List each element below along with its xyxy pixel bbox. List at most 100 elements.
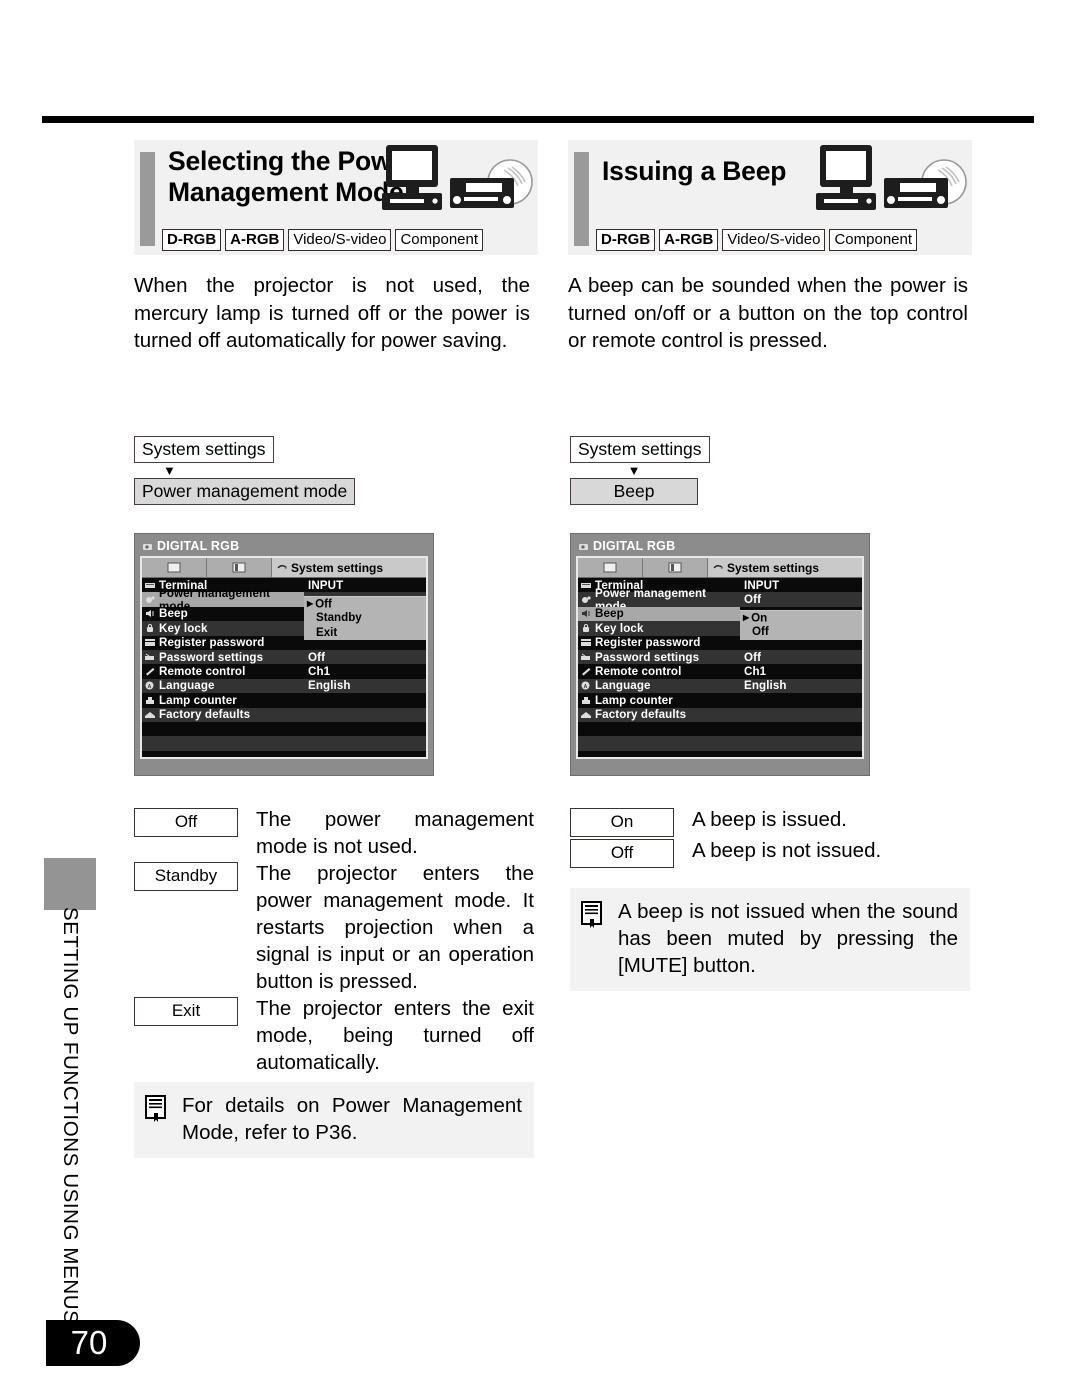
option-row: Exit The projector enters the exit mode,… <box>134 995 534 1076</box>
osd-submenu-option[interactable]: Off <box>740 625 862 639</box>
osd-row[interactable]: Power management mode Off <box>578 587 862 613</box>
osd-row-label: Factory defaults <box>595 708 687 722</box>
osd-row-label: Key lock <box>595 621 644 635</box>
osd-submenu-power-management[interactable]: Off Standby Exit <box>304 596 426 641</box>
display-tab-icon <box>232 562 246 573</box>
image-tab-icon <box>167 562 181 573</box>
osd-row-label-wrap: Key lock <box>142 621 304 635</box>
osd-submenu-beep[interactable]: On Off <box>740 610 862 640</box>
osd-row-label-wrap: Power management mode <box>142 587 304 613</box>
osd-submenu-option-selected[interactable]: On <box>740 611 862 625</box>
option-key: Exit <box>134 997 238 1026</box>
header-accent-bar <box>574 152 589 246</box>
osd-row-label-wrap: Beep <box>578 606 740 622</box>
osd-row[interactable]: Factory defaults <box>142 707 426 722</box>
side-tab-label: SETTING UP FUNCTIONS USING MENUS <box>59 907 82 1325</box>
osd-submenu-option[interactable]: Exit <box>304 626 426 640</box>
osd-tab-display[interactable] <box>207 558 272 577</box>
osd-row[interactable]: A Language English <box>578 678 862 694</box>
av-deck-icon <box>450 178 514 208</box>
option-table-beep: On A beep is issued. Off A beep is not i… <box>570 806 970 868</box>
osd-row-label: Password settings <box>595 650 700 664</box>
option-description: A beep is not issued. <box>692 839 882 862</box>
osd-row[interactable]: Lamp counter <box>142 693 426 708</box>
osd-row-value: Ch1 <box>744 665 767 679</box>
section-header: Issuing a Beep D-RGB A-RGB Video/S-video… <box>568 140 972 255</box>
osd-title-text: DIGITAL RGB <box>593 539 676 553</box>
page-top-rule <box>42 116 1034 123</box>
osd-row[interactable]: Lamp counter <box>578 693 862 708</box>
osd-row[interactable]: Remote control Ch1 <box>142 664 426 679</box>
intro-paragraph: A beep can be sounded when the power is … <box>568 272 968 355</box>
osd-row-value: Off <box>744 650 762 664</box>
osd-row[interactable]: Remote control Ch1 <box>578 664 862 679</box>
option-description: A beep is issued. <box>692 808 847 831</box>
osd-row[interactable]: Password settings Off <box>578 649 862 665</box>
osd-tab-image[interactable] <box>142 558 207 577</box>
osd-row-label-wrap: Password settings <box>142 650 304 664</box>
intro-text: When the projector is not used, the merc… <box>134 274 530 352</box>
osd-row-list: Terminal INPUT Power management mode Off… <box>578 578 862 757</box>
intro-text: A beep can be sounded when the power is … <box>568 274 968 352</box>
option-key: Off <box>570 839 674 868</box>
power-icon <box>582 596 591 604</box>
password-settings-icon <box>581 653 590 660</box>
osd-submenu-option-selected[interactable]: Off <box>304 597 426 611</box>
option-description: The projector enters the power managemen… <box>256 862 534 993</box>
display-tab-icon <box>668 562 682 573</box>
osd-row-value: INPUT <box>308 578 344 592</box>
osd-screenshot-power-management: DIGITAL RGB System settings Terminal INP… <box>134 533 434 776</box>
osd-row-label-wrap: A Language <box>142 679 304 693</box>
osd-row[interactable]: Password settings Off <box>142 649 426 665</box>
osd-tab-image[interactable] <box>578 558 643 577</box>
osd-row[interactable]: Factory defaults <box>578 707 862 722</box>
osd-row-empty <box>142 736 426 751</box>
lock-icon <box>583 623 589 632</box>
osd-title-bar: DIGITAL RGB <box>143 539 428 554</box>
memo-note-icon <box>580 901 606 934</box>
device-icons <box>376 142 534 218</box>
signal-badge-row: D-RGB A-RGB Video/S-video Component <box>596 229 918 251</box>
osd-row-empty <box>578 736 862 751</box>
osd-tab-system-settings[interactable]: System settings <box>708 558 862 577</box>
osd-row-label-wrap: Lamp counter <box>578 693 740 707</box>
memo-note-icon <box>144 1095 170 1128</box>
note-text: A beep is not issued when the sound has … <box>618 900 958 977</box>
language-icon: A <box>581 681 590 690</box>
osd-row-value: Off <box>308 650 326 664</box>
option-key: On <box>570 808 674 837</box>
breadcrumb-arrow-icon: ▼ <box>627 463 641 478</box>
option-key: Standby <box>134 862 238 891</box>
osd-row-label-wrap: Beep <box>142 607 304 621</box>
osd-row-label-wrap: A Language <box>578 679 740 693</box>
osd-title-text: DIGITAL RGB <box>157 539 240 553</box>
osd-tab-system-settings[interactable]: System settings <box>272 558 426 577</box>
breadcrumb-arrow-icon: ▼ <box>163 463 176 478</box>
osd-row-label-wrap: Factory defaults <box>142 708 304 722</box>
computer-icon <box>816 145 876 210</box>
password-settings-icon <box>145 653 154 660</box>
breadcrumb: System settings ▼ Beep <box>570 436 710 505</box>
osd-row-label-wrap: Power management mode <box>578 587 740 613</box>
badge-a-rgb: A-RGB <box>659 229 719 251</box>
register-password-icon <box>145 639 155 647</box>
osd-row-value: INPUT <box>744 578 780 592</box>
osd-row-label-wrap: Register password <box>142 636 304 650</box>
power-icon <box>146 596 155 604</box>
computer-icon <box>382 145 442 210</box>
osd-row-label: Register password <box>595 636 701 650</box>
osd-tab-display[interactable] <box>643 558 708 577</box>
osd-row-label: Remote control <box>595 665 682 679</box>
osd-title-bar: DIGITAL RGB <box>579 539 864 554</box>
device-icons <box>810 142 968 218</box>
remote-control-icon <box>146 668 155 676</box>
section-issuing-beep: Issuing a Beep D-RGB A-RGB Video/S-video… <box>568 140 972 255</box>
svg-text:A: A <box>584 684 588 690</box>
osd-submenu-option[interactable]: Standby <box>304 611 426 625</box>
osd-row[interactable]: A Language English <box>142 678 426 694</box>
osd-row-label: Language <box>595 679 651 693</box>
osd-row-empty <box>578 750 862 757</box>
note-text: For details on Power Management Mode, re… <box>182 1094 522 1144</box>
osd-row-value: English <box>744 679 787 693</box>
badge-d-rgb: D-RGB <box>596 229 656 251</box>
